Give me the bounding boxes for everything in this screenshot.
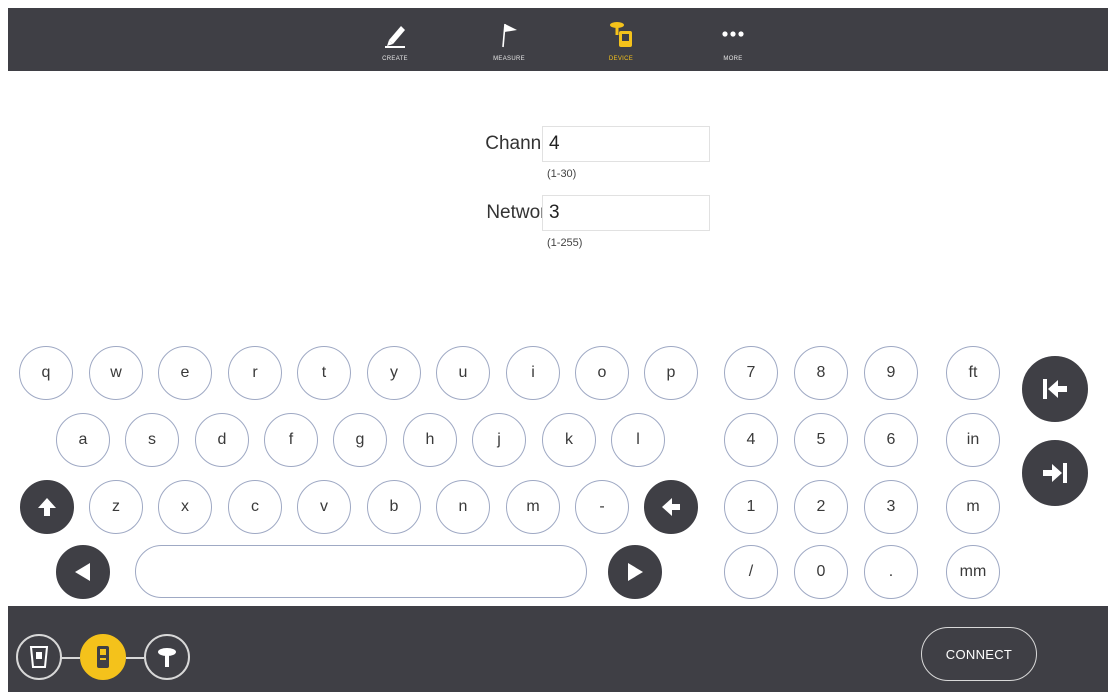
key-b[interactable]: b — [367, 480, 421, 534]
nav-create[interactable]: CREATE — [360, 8, 430, 71]
key-4[interactable]: 4 — [724, 413, 778, 467]
key-j[interactable]: j — [472, 413, 526, 467]
key-dash[interactable]: - — [575, 480, 629, 534]
key-9[interactable]: 9 — [864, 346, 918, 400]
key-v[interactable]: v — [297, 480, 351, 534]
nav-measure-label: MEASURE — [493, 56, 525, 62]
key-r[interactable]: r — [228, 346, 282, 400]
key-z[interactable]: z — [89, 480, 143, 534]
key-q[interactable]: q — [19, 346, 73, 400]
top-nav-bar: CREATE MEASURE DEVICE MORE — [8, 8, 1108, 71]
arrow-left-icon — [662, 498, 680, 516]
key-u[interactable]: u — [436, 346, 490, 400]
key-7[interactable]: 7 — [724, 346, 778, 400]
network-input[interactable] — [542, 195, 710, 231]
key-0[interactable]: 0 — [794, 545, 848, 599]
network-range-hint: (1-255) — [547, 237, 583, 249]
nav-device-label: DEVICE — [608, 56, 634, 62]
connect-button[interactable]: CONNECT — [921, 627, 1037, 681]
key-m[interactable]: m — [506, 480, 560, 534]
key-l[interactable]: l — [611, 413, 665, 467]
key-m-unit[interactable]: m — [946, 480, 1000, 534]
pencil-icon — [385, 26, 405, 48]
next-field-key[interactable] — [1022, 440, 1088, 506]
arrow-up-icon — [38, 498, 56, 516]
key-n[interactable]: n — [436, 480, 490, 534]
device-step-receiver[interactable] — [144, 634, 190, 680]
channel-row: Channel (1-30) — [420, 126, 720, 180]
key-3[interactable]: 3 — [864, 480, 918, 534]
key-1[interactable]: 1 — [724, 480, 778, 534]
key-i[interactable]: i — [506, 346, 560, 400]
more-icon — [722, 31, 744, 37]
nav-more[interactable]: MORE — [698, 8, 768, 71]
key-5[interactable]: 5 — [794, 413, 848, 467]
flag-icon — [502, 23, 517, 48]
key-h[interactable]: h — [403, 413, 457, 467]
key-p[interactable]: p — [644, 346, 698, 400]
key-mm[interactable]: mm — [946, 545, 1000, 599]
key-s[interactable]: s — [125, 413, 179, 467]
triangle-right-icon — [628, 563, 643, 581]
shift-key[interactable] — [20, 480, 74, 534]
key-period[interactable]: . — [864, 545, 918, 599]
device-icon — [610, 22, 632, 47]
cursor-left-key[interactable] — [56, 545, 110, 599]
previous-field-key[interactable] — [1022, 356, 1088, 422]
key-y[interactable]: y — [367, 346, 421, 400]
key-in[interactable]: in — [946, 413, 1000, 467]
backspace-key[interactable] — [644, 480, 698, 534]
receiver-icon — [158, 648, 176, 667]
key-k[interactable]: k — [542, 413, 596, 467]
key-6[interactable]: 6 — [864, 413, 918, 467]
step-connector — [126, 657, 144, 659]
nav-device[interactable]: DEVICE — [586, 8, 656, 71]
nav-measure[interactable]: MEASURE — [474, 8, 544, 71]
key-g[interactable]: g — [333, 413, 387, 467]
key-2[interactable]: 2 — [794, 480, 848, 534]
key-ft[interactable]: ft — [946, 346, 1000, 400]
key-w[interactable]: w — [89, 346, 143, 400]
key-8[interactable]: 8 — [794, 346, 848, 400]
network-row: Network (1-255) — [420, 195, 720, 249]
device-step-controller[interactable] — [80, 634, 126, 680]
triangle-left-icon — [75, 563, 90, 581]
key-t[interactable]: t — [297, 346, 351, 400]
key-a[interactable]: a — [56, 413, 110, 467]
channel-input[interactable] — [542, 126, 710, 162]
key-o[interactable]: o — [575, 346, 629, 400]
key-x[interactable]: x — [158, 480, 212, 534]
skip-next-icon — [1043, 463, 1067, 483]
key-slash[interactable]: / — [724, 545, 778, 599]
cursor-right-key[interactable] — [608, 545, 662, 599]
channel-range-hint: (1-30) — [547, 168, 577, 180]
step-connector — [60, 657, 80, 659]
key-d[interactable]: d — [195, 413, 249, 467]
key-f[interactable]: f — [264, 413, 318, 467]
nav-more-label: MORE — [723, 56, 743, 62]
layout-tool-icon — [29, 646, 49, 668]
key-c[interactable]: c — [228, 480, 282, 534]
key-e[interactable]: e — [158, 346, 212, 400]
controller-icon — [97, 646, 109, 668]
skip-previous-icon — [1043, 379, 1067, 399]
device-step-layout-tool[interactable] — [16, 634, 62, 680]
nav-create-label: CREATE — [382, 56, 408, 62]
space-bar[interactable] — [135, 545, 587, 598]
